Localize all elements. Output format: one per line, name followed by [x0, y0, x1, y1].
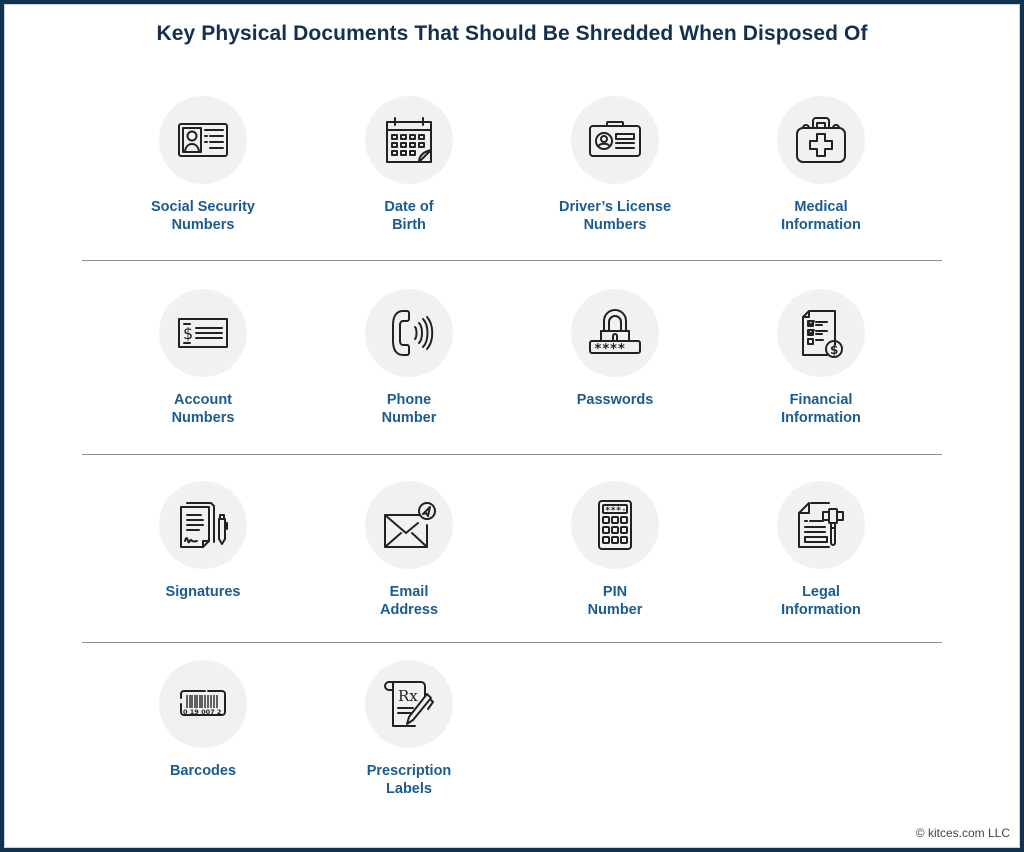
item-label: Email Address: [309, 583, 509, 619]
icon-circle: ***·: [571, 481, 659, 569]
item-prescription-labels: Rx Prescription Labels: [309, 660, 509, 798]
item-label: Financial Information: [721, 391, 921, 427]
label-line: Email: [389, 584, 429, 600]
email-icon: [384, 502, 436, 548]
rx-symbol: Rx: [398, 687, 418, 705]
id-card-icon: [178, 123, 228, 157]
label-line: Numbers: [171, 410, 235, 426]
label-line: Legal: [802, 584, 840, 600]
icon-circle: ****: [571, 289, 659, 377]
label-line: Number: [587, 602, 643, 618]
item-barcodes: 0 19 007 2 Barcodes: [103, 660, 303, 780]
item-label: Prescription Labels: [309, 762, 509, 798]
item-label: Driver’s License Numbers: [515, 198, 715, 234]
svg-text:$: $: [830, 343, 838, 357]
label-line: Social Security: [151, 199, 255, 215]
label-line: Number: [381, 410, 437, 426]
password-lock-icon: ****: [589, 309, 641, 357]
barcode-digits: 0 19 007 2: [183, 708, 221, 716]
icon-circle: [365, 289, 453, 377]
phone-icon: [392, 310, 434, 356]
icon-circle: [159, 96, 247, 184]
label-line: Address: [379, 602, 439, 618]
item-account-numbers: $ Account Numbers: [103, 289, 303, 427]
row-divider: [82, 642, 942, 643]
label-line: Labels: [386, 781, 432, 797]
icon-circle: [777, 96, 865, 184]
row-divider: [82, 260, 942, 261]
icon-circle: [365, 481, 453, 569]
check-icon: $: [178, 318, 228, 348]
drivers-license-icon: [589, 121, 641, 157]
page-title: Key Physical Documents That Should Be Sh…: [156, 22, 868, 45]
item-label: Barcodes: [103, 762, 303, 780]
label-line: Account: [174, 392, 232, 408]
calendar-icon: [386, 117, 432, 163]
item-email-address: Email Address: [309, 481, 509, 619]
label-line: Passwords: [576, 392, 654, 408]
row-divider: [82, 454, 942, 455]
label-line: Numbers: [583, 217, 647, 233]
label-line: Information: [781, 410, 861, 426]
item-label: PIN Number: [515, 583, 715, 619]
item-label: Signatures: [103, 583, 303, 601]
item-date-of-birth: Date of Birth: [309, 96, 509, 234]
item-pin-number: ***· PIN Number: [515, 481, 715, 619]
svg-text:***·: ***·: [605, 506, 627, 516]
barcode-icon: 0 19 007 2: [180, 690, 226, 716]
icon-circle: $: [777, 289, 865, 377]
item-label: Phone Number: [309, 391, 509, 427]
label-line: Information: [781, 217, 861, 233]
item-drivers-license-numbers: Driver’s License Numbers: [515, 96, 715, 234]
infographic-frame: Key Physical Documents That Should Be Sh…: [4, 4, 1020, 848]
svg-text:$: $: [183, 324, 193, 343]
copyright-notice: © kitces.com LLC: [915, 826, 1010, 840]
item-label: Passwords: [515, 391, 715, 409]
label-line: Numbers: [171, 217, 235, 233]
icon-circle: [365, 96, 453, 184]
label-line: Medical: [794, 199, 848, 215]
label-line: Signatures: [165, 584, 241, 600]
icon-circle: Rx: [365, 660, 453, 748]
label-line: Phone: [386, 392, 432, 408]
svg-text:****: ****: [594, 342, 625, 357]
icon-circle: [571, 96, 659, 184]
signed-document-icon: [180, 502, 228, 548]
label-line: Birth: [392, 217, 426, 233]
label-line: Prescription: [366, 763, 452, 779]
item-label: Medical Information: [721, 198, 921, 234]
label-line: Driver’s License: [558, 199, 672, 215]
label-line: Information: [781, 602, 861, 618]
item-legal-information: Legal Information: [721, 481, 921, 619]
item-label: Account Numbers: [103, 391, 303, 427]
icon-circle: [777, 481, 865, 569]
icon-circle: $: [159, 289, 247, 377]
item-medical-information: Medical Information: [721, 96, 921, 234]
item-signatures: Signatures: [103, 481, 303, 601]
item-passwords: **** Passwords: [515, 289, 715, 409]
item-label: Social Security Numbers: [103, 198, 303, 234]
pin-keypad-icon: ***·: [598, 500, 632, 550]
label-line: Barcodes: [169, 763, 237, 779]
label-line: Financial: [789, 392, 853, 408]
prescription-icon: Rx: [384, 681, 434, 727]
label-line: PIN: [602, 584, 628, 600]
medical-kit-icon: [796, 117, 846, 163]
financial-document-icon: $: [802, 310, 843, 358]
icon-circle: [159, 481, 247, 569]
item-phone-number: Phone Number: [309, 289, 509, 427]
label-line: Date of: [384, 199, 434, 215]
icon-circle: 0 19 007 2: [159, 660, 247, 748]
item-social-security-numbers: Social Security Numbers: [103, 96, 303, 234]
legal-gavel-icon: [798, 502, 844, 548]
item-label: Date of Birth: [309, 198, 509, 234]
item-financial-information: $ Financial Information: [721, 289, 921, 427]
item-label: Legal Information: [721, 583, 921, 619]
